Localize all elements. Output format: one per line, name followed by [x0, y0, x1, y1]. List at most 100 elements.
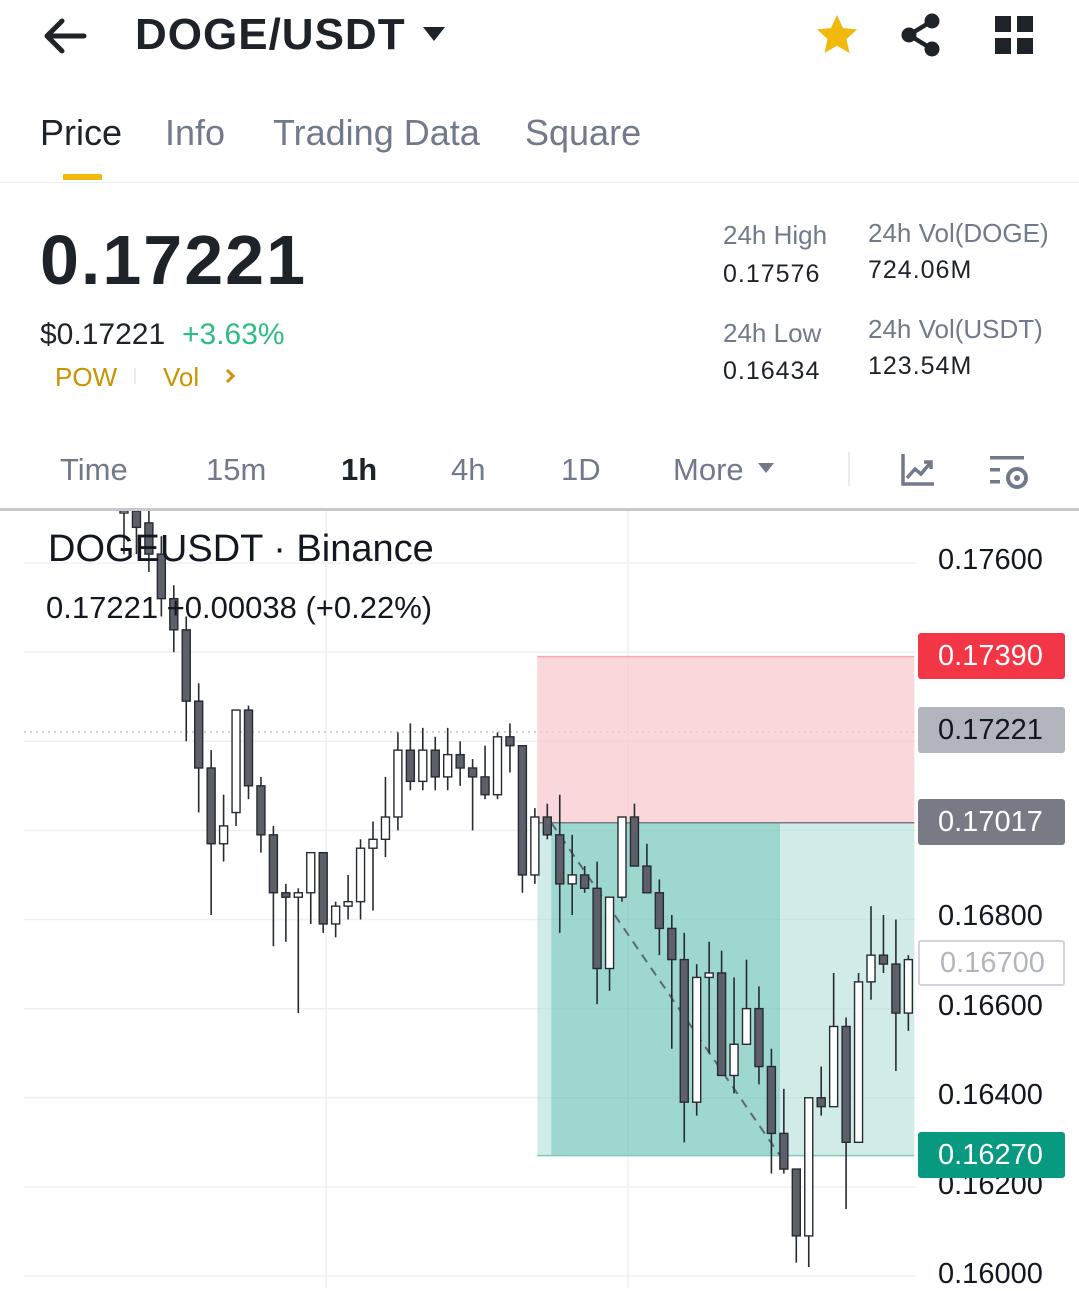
candle-up [828, 1025, 839, 1108]
candle-down [754, 1007, 764, 1068]
interval-15m[interactable]: 15m [206, 452, 266, 488]
chart-symbol-title: DOGEUSDT · Binance [48, 528, 434, 570]
candle-down [629, 816, 640, 867]
candle-down [679, 958, 689, 1103]
stat-low-label: 24h Low [723, 318, 822, 348]
candle-down [256, 785, 266, 836]
candle-down [193, 700, 204, 769]
candle-down [766, 1065, 777, 1135]
candle-up [119, 511, 129, 514]
candle-up [804, 1097, 814, 1237]
candle-up [355, 847, 366, 903]
tab-info[interactable]: Info [165, 112, 225, 154]
candle-up [604, 896, 615, 970]
candle-down [480, 776, 490, 796]
entry-price-badge: 0.17017 [918, 799, 1065, 845]
tab-square[interactable]: Square [525, 112, 641, 154]
candle-up [293, 892, 303, 898]
usd-price: $0.17221 [40, 318, 166, 351]
candle-down [206, 767, 216, 845]
y-tick-label: 0.16600 [938, 990, 1043, 1022]
candle-down [318, 851, 328, 925]
hover-price-badge: 0.16700 [918, 940, 1065, 986]
tab-trading-data[interactable]: Trading Data [273, 112, 480, 154]
candle-up [443, 753, 453, 778]
stat-vol-quote-label: 24h Vol(USDT) [868, 314, 1043, 344]
candle-down [430, 749, 440, 778]
tag-pow[interactable]: POW [55, 362, 117, 393]
take-profit-badge: 0.16270 [918, 1132, 1065, 1178]
stat-low-value: 0.16434 [723, 357, 821, 385]
interval-divider [848, 452, 850, 486]
candle-up [231, 709, 241, 814]
candle-down [281, 892, 291, 898]
candle-down [181, 629, 191, 702]
candle-up [853, 981, 864, 1144]
candle-down [716, 972, 727, 1077]
candle-down [654, 892, 665, 930]
interval-time[interactable]: Time [60, 452, 128, 488]
chevron-right-icon[interactable] [223, 368, 237, 384]
candle-down [791, 1168, 801, 1237]
candle-up [692, 976, 702, 1103]
candle-up [866, 954, 876, 983]
candle-up [729, 1043, 739, 1077]
candle-down [779, 1132, 789, 1170]
candle-down [542, 816, 552, 836]
grid-icon[interactable] [993, 14, 1035, 56]
candle-down [467, 767, 478, 778]
candle-up [492, 736, 503, 796]
caret-down-icon[interactable] [757, 461, 775, 475]
candle-up [306, 851, 316, 894]
y-tick-label: 0.16000 [938, 1258, 1043, 1290]
stat-vol-base-value: 724.06M [868, 256, 973, 284]
tab-price[interactable]: Price [40, 112, 122, 154]
candle-down [131, 511, 142, 529]
candle-up [368, 838, 378, 849]
candle-down [517, 745, 528, 876]
stat-high-label: 24h High [723, 220, 828, 250]
y-tick-label: 0.16800 [938, 900, 1043, 932]
interval-1d[interactable]: 1D [561, 452, 601, 488]
section-tabs: Price Info Trading Data Square [0, 96, 1079, 183]
candle-up [617, 816, 627, 898]
interval-1h[interactable]: 1h [341, 452, 377, 488]
stat-vol-quote-value: 123.54M [868, 352, 973, 380]
candle-down [555, 834, 565, 885]
candle-up [393, 749, 403, 818]
y-tick-label: 0.16400 [938, 1079, 1043, 1111]
candle-up [343, 900, 353, 907]
star-icon[interactable] [814, 12, 860, 58]
chart-settings-icon[interactable] [988, 450, 1032, 494]
candle-down [841, 1025, 851, 1144]
candle-down [579, 874, 590, 890]
pair-title[interactable]: DOGE/USDT [135, 10, 406, 60]
back-arrow-icon[interactable] [40, 12, 92, 60]
active-tab-indicator [63, 174, 102, 180]
interval-more[interactable]: More [673, 452, 744, 488]
current-price-badge: 0.17221 [918, 707, 1065, 753]
change-percent: +3.63% [182, 318, 285, 351]
candle-down [816, 1097, 826, 1108]
candle-up [741, 1007, 752, 1045]
tag-separator [134, 368, 136, 384]
interval-4h[interactable]: 4h [451, 452, 485, 488]
candle-down [667, 927, 677, 961]
candle-down [268, 834, 279, 894]
indicator-icon[interactable] [898, 450, 938, 490]
candle-up [330, 905, 341, 925]
candle-up [218, 825, 229, 845]
stat-vol-base-label: 24h Vol(DOGE) [868, 218, 1049, 248]
candle-up [380, 816, 391, 840]
chart-ohlc-line: 0.17221 +0.00038 (+0.22%) [46, 590, 433, 625]
caret-down-icon[interactable] [420, 22, 448, 46]
candle-down [505, 736, 515, 747]
candle-down [878, 954, 889, 965]
candle-up [418, 749, 428, 783]
stop-loss-zone [537, 656, 915, 823]
candle-up [704, 972, 714, 979]
share-icon[interactable] [898, 12, 944, 58]
candle-down [455, 753, 465, 769]
candle-down [243, 709, 254, 787]
tag-vol[interactable]: Vol [163, 362, 199, 393]
